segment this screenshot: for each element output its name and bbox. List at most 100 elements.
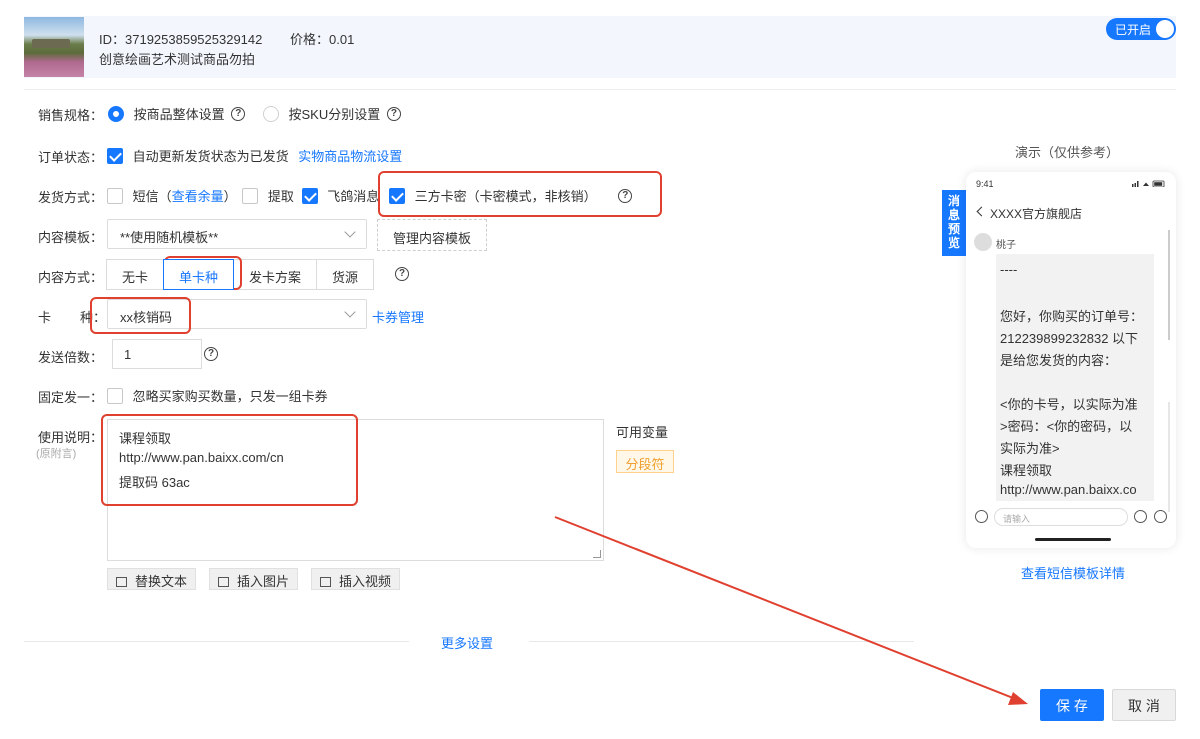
product-price: 价格：0.01 [290,32,355,47]
logistics-settings-link[interactable]: 实物商品物流设置 [298,149,402,164]
segment-single-card[interactable]: 单卡种 [163,259,235,290]
more-divider-right [529,641,914,642]
product-name: 创意绘画艺术测试商品勿拍 [99,52,256,67]
fixed-send-checkbox-label: 忽略买家购买数量，只发一组卡券 [132,389,328,404]
sms-label: 短信（ [132,189,172,204]
chat-input-placeholder: 请输入 [1003,514,1031,524]
status-icons [1132,180,1165,187]
bubble-line: ---- [1000,262,1018,277]
help-icon[interactable]: ? [395,267,409,281]
auto-ship-checkbox[interactable] [107,147,123,164]
annotation-box-card-secret [378,171,662,217]
message-bubble: ---- 您好，你购买的订单号： 212239899232832 以下 是给您发… [996,254,1154,501]
variables-label: 可用变量 [616,425,669,440]
send-multiple-label: 发送倍数： [38,350,104,365]
video-icon [320,577,331,587]
replace-text-button[interactable]: 替换文本 [107,568,197,590]
bubble-line: <你的卡号，以实际为准 [1000,397,1138,412]
banner-divider [24,89,1176,90]
back-arrow-icon[interactable] [976,206,987,217]
demo-title: 演示（仅供参考） [1015,145,1120,160]
order-status-label: 订单状态： [38,150,104,165]
template-select-value: **使用随机模板** [120,230,219,245]
insert-video-button[interactable]: 插入视频 [311,568,401,590]
more-divider-left [24,641,409,642]
sales-spec-label: 销售规格： [38,108,104,123]
instructions-label: 使用说明： [38,430,104,445]
annotation-box-instructions [101,414,358,506]
home-indicator [1035,538,1111,541]
segment-source[interactable]: 货源 [316,259,375,290]
delivery-row: 短信（查看余量） 提取 飞鸽消息 [107,186,379,205]
card-type-label-a: 卡 [38,310,52,325]
annotation-arrow-head [1008,692,1028,705]
product-thumbnail [24,17,84,77]
scrollbar[interactable] [1168,230,1170,340]
send-multiple-input[interactable]: 1 [112,339,202,369]
username: 桃子 [996,240,1016,251]
voice-icon[interactable] [975,510,988,523]
avatar [974,233,992,251]
fixed-send-row: 忽略买家购买数量，只发一组卡券 [107,386,328,405]
fixed-send-label: 固定发一： [38,390,104,405]
help-icon[interactable]: ? [231,106,246,121]
message-preview-tab-label: 消息预览 [948,194,961,250]
bubble-line: 212239899232832 以下 [1000,331,1139,346]
bubble-line: 实际为准> [1000,441,1060,456]
auto-ship-label: 自动更新发货状态为已发货 [132,149,289,164]
radio-whole-product-label: 按商品整体设置 [133,107,225,122]
emoji-icon[interactable] [1134,510,1147,523]
content-mode-label: 内容方式： [38,270,104,285]
scrollbar-track [1168,402,1170,512]
chevron-down-icon [344,226,356,238]
insert-image-button[interactable]: 插入图片 [209,568,299,590]
send-multiple-value: 1 [124,347,132,362]
sms-label-close: ） [223,189,237,204]
feige-checkbox[interactable] [301,187,318,204]
manage-template-button[interactable]: 管理内容模板 [377,219,488,251]
annotation-box-card-type [90,297,191,334]
enable-toggle[interactable]: 已开启 [1106,18,1176,40]
segment-card-plan[interactable]: 发卡方案 [233,259,318,290]
message-preview-tab[interactable]: 消息预览 [942,190,966,256]
bubble-line: >密码：<你的密码，以 [1000,419,1133,434]
insert-video-label: 插入视频 [339,574,392,589]
radio-per-sku[interactable] [262,105,279,122]
help-icon[interactable]: ? [204,347,218,361]
resize-handle[interactable] [593,550,601,558]
pickup-checkbox[interactable] [242,187,259,204]
bubble-line: 课程领取 [1000,463,1053,478]
insert-image-label: 插入图片 [237,574,290,589]
phone-preview: 9:41 XXXX官方旗舰店 桃子 ---- 您好，你购买的订单号： 21223… [966,172,1176,548]
sms-checkbox[interactable] [107,187,123,204]
replace-icon [116,577,127,587]
product-banner: ID：3719253859525329142 价格：0.01 创意绘画艺术测试商… [24,16,1176,78]
sms-balance-link[interactable]: 查看余量 [172,189,224,204]
fixed-send-checkbox[interactable] [107,387,123,404]
template-label: 内容模板： [38,230,104,245]
feige-label: 飞鸽消息 [327,189,380,204]
radio-whole-product[interactable] [108,105,124,122]
product-id: ID：3719253859525329142 [99,32,263,47]
coupon-manage-link[interactable]: 卡券管理 [372,307,424,326]
save-button[interactable]: 保 存 [1040,689,1104,721]
help-icon[interactable]: ? [386,106,401,121]
segment-no-card[interactable]: 无卡 [106,259,165,290]
shop-name: XXXX官方旗舰店 [990,207,1083,221]
separator-variable-tag[interactable]: 分段符 [616,450,674,473]
toggle-label: 已开启 [1115,23,1152,37]
bubble-line: 是给您发货的内容： [1000,353,1118,368]
toggle-knob [1156,20,1174,38]
plus-icon[interactable] [1154,510,1167,523]
cancel-button[interactable]: 取 消 [1112,689,1176,721]
sales-spec-radios: 按商品整体设置 ? 按SKU分别设置 ? [108,104,401,123]
annotation-arrow-line [554,516,1019,701]
more-settings-link[interactable]: 更多设置 [441,633,493,652]
bubble-line: http://www.pan.baixx.co [1000,482,1137,497]
image-icon [218,577,229,587]
template-select[interactable]: **使用随机模板** [107,219,367,249]
sms-template-detail-link[interactable]: 查看短信模板详情 [1021,563,1125,582]
chat-input[interactable]: 请输入 [994,508,1128,526]
order-status-row: 自动更新发货状态为已发货 实物商品物流设置 [107,146,402,165]
pickup-label: 提取 [267,189,294,204]
